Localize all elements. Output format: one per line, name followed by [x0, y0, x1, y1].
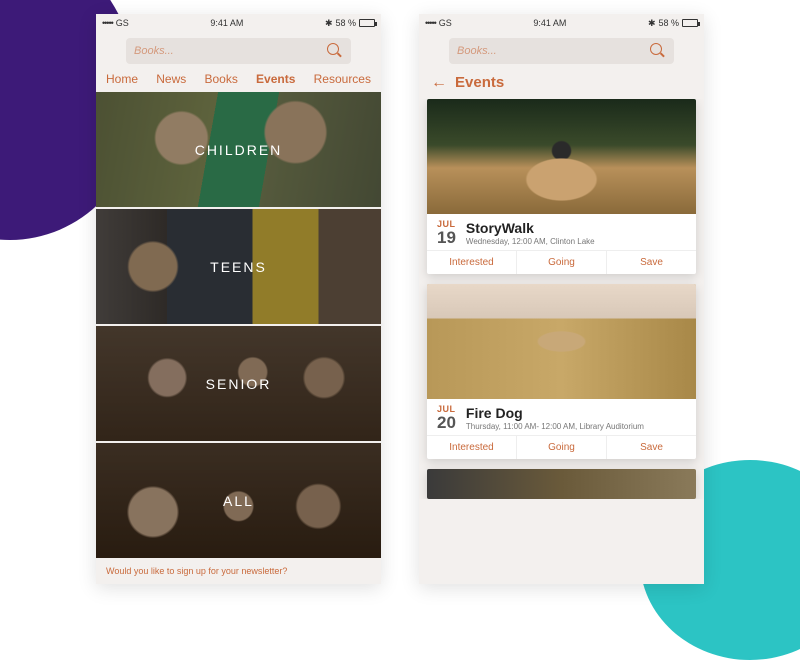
interested-button[interactable]: Interested — [427, 436, 517, 459]
search-input[interactable]: Books... — [449, 38, 674, 64]
page-title: Events — [455, 74, 504, 91]
category-label: SENIOR — [206, 376, 272, 392]
category-label: TEENS — [210, 259, 267, 275]
event-image — [427, 469, 696, 499]
bluetooth-icon: ✱ — [325, 18, 333, 29]
save-button[interactable]: Save — [607, 436, 696, 459]
bluetooth-icon: ✱ — [648, 18, 656, 29]
category-children[interactable]: CHILDREN — [96, 92, 381, 207]
event-subtitle: Thursday, 11:00 AM- 12:00 AM, Library Au… — [466, 422, 686, 431]
event-image — [427, 284, 696, 399]
clock: 9:41 AM — [533, 18, 566, 28]
event-day: 20 — [437, 414, 456, 431]
search-input[interactable]: Books... — [126, 38, 351, 64]
signal-icon: ••••• — [425, 18, 436, 28]
tab-books[interactable]: Books — [204, 72, 237, 86]
battery-pct: 58 % — [658, 18, 679, 28]
search-placeholder: Books... — [134, 45, 174, 57]
search-placeholder: Books... — [457, 45, 497, 57]
event-card[interactable]: JUL19 StoryWalkWednesday, 12:00 AM, Clint… — [427, 99, 696, 274]
going-button[interactable]: Going — [517, 436, 607, 459]
event-date: JUL20 — [437, 405, 456, 431]
category-label: ALL — [223, 493, 254, 509]
category-label: CHILDREN — [195, 142, 283, 158]
back-button[interactable]: ← — [431, 75, 447, 91]
search-icon[interactable] — [327, 43, 343, 59]
event-card-partial[interactable] — [427, 469, 696, 499]
status-bar: ••••• GS 9:41 AM ✱ 58 % — [96, 14, 381, 32]
event-subtitle: Wednesday, 12:00 AM, Clinton Lake — [466, 237, 686, 246]
nav-tabs: Home News Books Events Resources — [96, 68, 381, 92]
category-senior[interactable]: SENIOR — [96, 326, 381, 441]
event-title: StoryWalk — [466, 220, 686, 236]
event-image — [427, 99, 696, 214]
save-button[interactable]: Save — [607, 251, 696, 274]
event-date: JUL19 — [437, 220, 456, 246]
status-bar: ••••• GS 9:41 AM ✱ 58 % — [419, 14, 704, 32]
tab-news[interactable]: News — [156, 72, 186, 86]
tab-resources[interactable]: Resources — [314, 72, 371, 86]
tab-events[interactable]: Events — [256, 72, 295, 86]
battery-icon — [682, 19, 698, 27]
category-all[interactable]: ALL — [96, 443, 381, 558]
event-title: Fire Dog — [466, 405, 686, 421]
newsletter-prompt[interactable]: Would you like to sign up for your newsl… — [96, 558, 381, 584]
going-button[interactable]: Going — [517, 251, 607, 274]
category-teens[interactable]: TEENS — [96, 209, 381, 324]
carrier-label: GS — [439, 18, 452, 28]
clock: 9:41 AM — [210, 18, 243, 28]
phone-screen-events: ••••• GS 9:41 AM ✱ 58 % Books... ← Event… — [419, 14, 704, 584]
signal-icon: ••••• — [102, 18, 113, 28]
carrier-label: GS — [116, 18, 129, 28]
search-icon[interactable] — [650, 43, 666, 59]
tab-home[interactable]: Home — [106, 72, 138, 86]
battery-pct: 58 % — [335, 18, 356, 28]
event-card[interactable]: JUL20 Fire DogThursday, 11:00 AM- 12:00 A… — [427, 284, 696, 459]
event-day: 19 — [437, 229, 456, 246]
battery-icon — [359, 19, 375, 27]
phone-screen-categories: ••••• GS 9:41 AM ✱ 58 % Books... Home New… — [96, 14, 381, 584]
interested-button[interactable]: Interested — [427, 251, 517, 274]
